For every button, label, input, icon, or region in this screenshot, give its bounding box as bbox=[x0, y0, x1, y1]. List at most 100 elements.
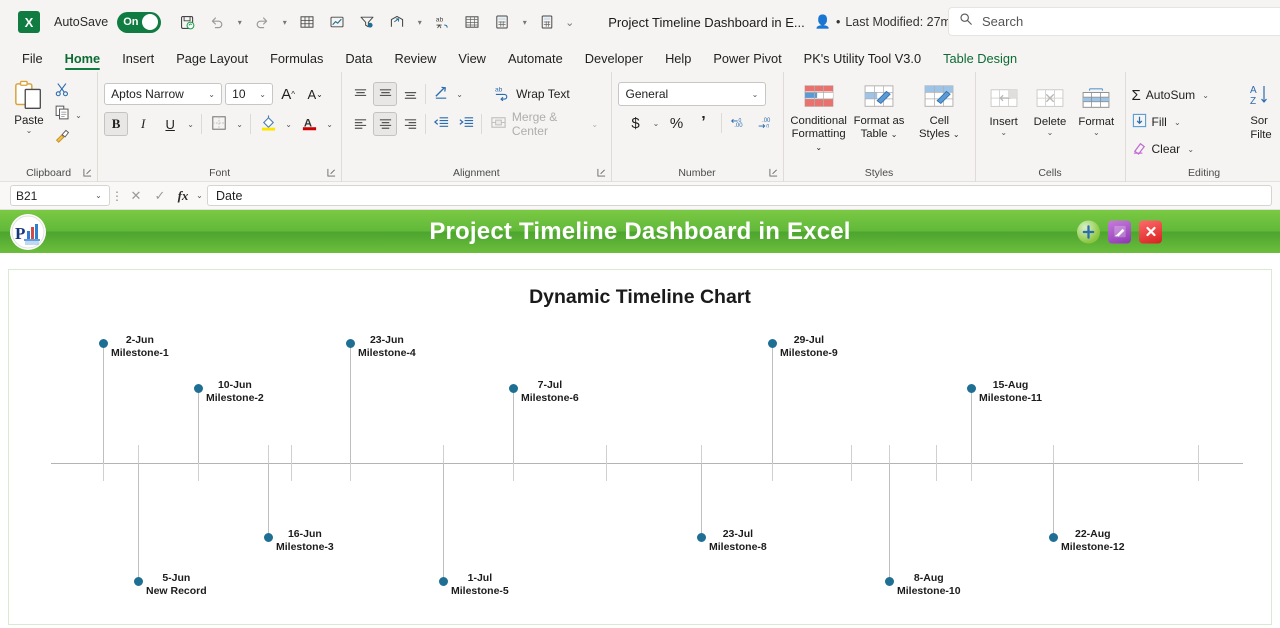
underline-button[interactable]: U bbox=[158, 112, 182, 136]
autosum-caret-icon[interactable]: ⌄ bbox=[1200, 91, 1211, 100]
person-share-icon[interactable]: 👤 bbox=[815, 14, 831, 30]
tab-help[interactable]: Help bbox=[655, 48, 701, 72]
currency-button[interactable]: $ bbox=[624, 111, 648, 135]
font-name-input[interactable]: Aptos Narrow ⌄ bbox=[104, 83, 223, 105]
tab-developer[interactable]: Developer bbox=[575, 48, 653, 72]
percent-button[interactable]: % bbox=[665, 111, 689, 135]
tab-pk-utility-tool[interactable]: PK's Utility Tool V3.0 bbox=[794, 48, 931, 72]
tab-review[interactable]: Review bbox=[384, 48, 446, 72]
sort-filter-icon[interactable]: AZ bbox=[1250, 83, 1272, 114]
tab-view[interactable]: View bbox=[448, 48, 496, 72]
share-dropdown-caret-icon[interactable]: ▾ bbox=[413, 18, 426, 27]
table-icon[interactable] bbox=[293, 8, 321, 36]
font-size-input[interactable]: 10 ⌄ bbox=[225, 83, 274, 105]
edit-button-icon[interactable] bbox=[1108, 220, 1131, 243]
milestone-dot[interactable] bbox=[767, 338, 777, 348]
align-top-button[interactable] bbox=[348, 82, 372, 106]
milestone-dot[interactable] bbox=[263, 532, 273, 542]
font-dialog-launcher[interactable] bbox=[327, 168, 336, 179]
comma-style-button[interactable]: ’ bbox=[692, 111, 716, 135]
tab-insert[interactable]: Insert bbox=[112, 48, 164, 72]
fill-caret-icon[interactable]: ⌄ bbox=[1172, 118, 1183, 127]
name-box[interactable]: B21 ⌄ bbox=[10, 185, 110, 206]
font-name-caret-icon[interactable]: ⌄ bbox=[206, 90, 217, 99]
format-painter-button[interactable] bbox=[54, 127, 84, 149]
tab-formulas[interactable]: Formulas bbox=[260, 48, 333, 72]
copy-caret-icon[interactable]: ⌄ bbox=[73, 111, 84, 120]
number-dialog-launcher[interactable] bbox=[768, 168, 778, 179]
redo-icon[interactable] bbox=[248, 8, 276, 36]
insert-cells-caret-icon[interactable]: ⌄ bbox=[1000, 128, 1007, 137]
align-center-button[interactable] bbox=[373, 112, 398, 136]
milestone-dot[interactable] bbox=[98, 338, 108, 348]
clipboard-dialog-launcher[interactable] bbox=[83, 168, 92, 179]
formula-input[interactable]: Date bbox=[207, 185, 1272, 206]
tab-home[interactable]: Home bbox=[55, 48, 111, 72]
calculator-alt-icon[interactable] bbox=[533, 8, 561, 36]
tab-data[interactable]: Data bbox=[335, 48, 382, 72]
align-middle-button[interactable] bbox=[373, 82, 398, 106]
increase-font-size-button[interactable]: A ^ bbox=[276, 82, 300, 106]
redo-dropdown-caret-icon[interactable]: ▾ bbox=[278, 18, 291, 27]
fill-color-caret-icon[interactable]: ⌄ bbox=[283, 120, 294, 129]
autosum-button[interactable]: Σ AutoSum ⌄ bbox=[1132, 83, 1237, 107]
paste-caret-icon[interactable]: ⌄ bbox=[26, 127, 33, 135]
tab-power-pivot[interactable]: Power Pivot bbox=[703, 48, 791, 72]
decrease-indent-button[interactable] bbox=[429, 112, 453, 136]
clear-caret-icon[interactable]: ⌄ bbox=[1185, 145, 1196, 154]
font-color-button[interactable]: A bbox=[297, 112, 321, 136]
grid-icon[interactable] bbox=[458, 8, 486, 36]
customize-qat-icon[interactable]: ⌄ bbox=[563, 16, 576, 29]
align-right-button[interactable] bbox=[398, 112, 422, 136]
align-bottom-button[interactable] bbox=[398, 82, 422, 106]
font-size-caret-icon[interactable]: ⌄ bbox=[257, 90, 268, 99]
save-icon[interactable] bbox=[173, 8, 201, 36]
delete-cells-caret-icon[interactable]: ⌄ bbox=[1047, 128, 1054, 137]
milestone-dot[interactable] bbox=[345, 338, 355, 348]
milestone-dot[interactable] bbox=[193, 383, 203, 393]
home-button-icon[interactable] bbox=[1077, 220, 1100, 243]
undo-icon[interactable] bbox=[203, 8, 231, 36]
milestone-dot[interactable] bbox=[438, 576, 448, 586]
filter-icon[interactable] bbox=[353, 8, 381, 36]
borders-caret-icon[interactable]: ⌄ bbox=[234, 120, 245, 129]
font-color-caret-icon[interactable]: ⌄ bbox=[324, 120, 335, 129]
fx-icon[interactable]: fx bbox=[172, 188, 194, 204]
alignment-dialog-launcher[interactable] bbox=[596, 168, 606, 179]
milestone-dot[interactable] bbox=[696, 532, 706, 542]
document-title[interactable]: Project Timeline Dashboard in E... bbox=[608, 15, 805, 30]
chart-icon[interactable] bbox=[323, 8, 351, 36]
milestone-dot[interactable] bbox=[508, 383, 518, 393]
calculator-dropdown-caret-icon[interactable]: ▾ bbox=[518, 18, 531, 27]
milestone-dot[interactable] bbox=[1048, 532, 1058, 542]
borders-button[interactable] bbox=[207, 112, 231, 136]
merge-center-caret-icon[interactable]: ⌄ bbox=[590, 120, 599, 129]
tab-page-layout[interactable]: Page Layout bbox=[166, 48, 258, 72]
copy-button[interactable]: ⌄ bbox=[54, 104, 84, 126]
tab-automate[interactable]: Automate bbox=[498, 48, 573, 72]
orientation-caret-icon[interactable]: ⌄ bbox=[454, 90, 465, 99]
currency-caret-icon[interactable]: ⌄ bbox=[651, 119, 662, 128]
align-left-button[interactable] bbox=[348, 112, 372, 136]
accept-icon[interactable]: ✓ bbox=[148, 188, 172, 204]
cancel-icon[interactable]: ✕ bbox=[124, 188, 148, 204]
number-format-caret-icon[interactable]: ⌄ bbox=[750, 90, 761, 99]
fill-color-button[interactable] bbox=[256, 112, 280, 136]
tab-table-design[interactable]: Table Design bbox=[933, 48, 1027, 72]
bold-button[interactable]: B bbox=[104, 112, 129, 136]
share-arrow-icon[interactable] bbox=[383, 8, 411, 36]
increase-decimal-button[interactable]: .00 0 bbox=[727, 111, 751, 135]
autosave-toggle[interactable]: On bbox=[117, 11, 162, 33]
calculator-icon[interactable] bbox=[488, 8, 516, 36]
undo-dropdown-caret-icon[interactable]: ▾ bbox=[233, 18, 246, 27]
spelling-icon[interactable]: ab bbox=[428, 8, 456, 36]
milestone-dot[interactable] bbox=[966, 383, 976, 393]
clear-button[interactable]: Clear ⌄ bbox=[1132, 137, 1237, 161]
italic-button[interactable]: I bbox=[131, 112, 155, 136]
underline-caret-icon[interactable]: ⌄ bbox=[185, 120, 196, 129]
increase-indent-button[interactable] bbox=[454, 112, 478, 136]
fill-button[interactable]: Fill ⌄ bbox=[1132, 110, 1237, 134]
format-cells-caret-icon[interactable]: ⌄ bbox=[1093, 128, 1100, 137]
timeline-chart[interactable]: Dynamic Timeline Chart 2-Jun Milestone-1 5… bbox=[8, 269, 1272, 625]
milestone-dot[interactable] bbox=[133, 576, 143, 586]
